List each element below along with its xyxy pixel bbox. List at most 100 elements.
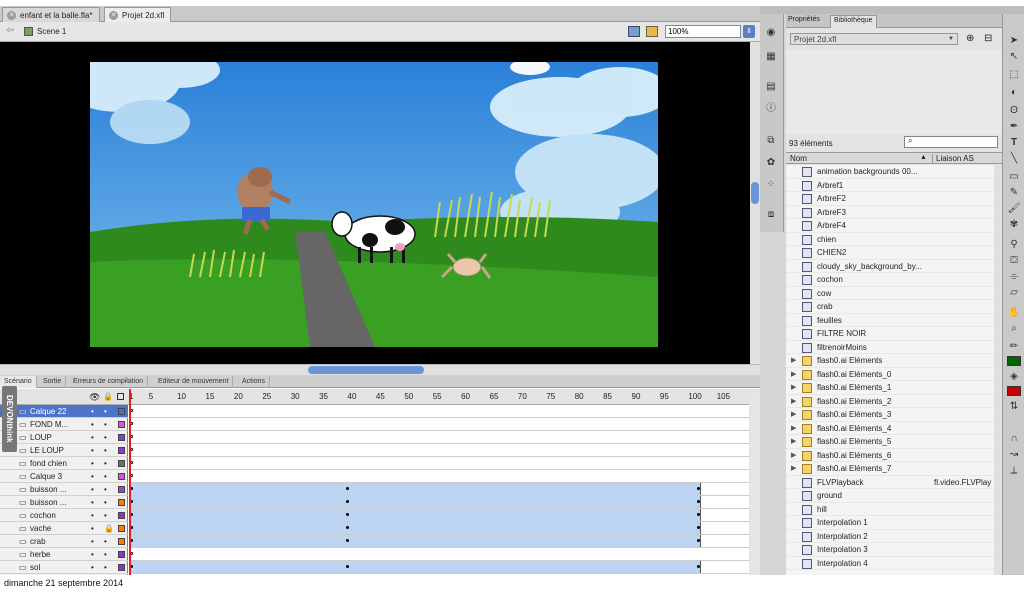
stage-canvas[interactable] [90,62,658,347]
layer-color-swatch[interactable] [118,564,125,571]
expand-arrow-icon[interactable]: ▶ [791,354,796,367]
library-item[interactable]: cloudy_sky_background_by... [786,259,994,273]
pen-tool-icon[interactable]: ✒ [1007,120,1021,134]
library-item[interactable]: animation backgrounds 00... [786,165,994,179]
info-icon[interactable]: ⓘ [764,102,778,116]
library-document-select[interactable]: Projet 2d.xfl ▼ [790,33,958,45]
layer-row[interactable]: ▭ herbe • • [0,548,128,561]
edit-scene-icon[interactable] [628,26,640,37]
frame-row[interactable] [129,418,749,431]
library-item[interactable]: Interpolation 2 [786,529,994,543]
layer-color-swatch[interactable] [118,499,125,506]
tab-editeur-mouvement[interactable]: Editeur de mouvement [154,376,234,388]
visibility-dot[interactable]: • [91,561,94,574]
pencil-tool-icon[interactable]: ✎ [1007,186,1021,200]
rectangle-tool-icon[interactable]: ▭ [1007,170,1021,184]
new-library-icon[interactable]: ⊟ [984,33,992,44]
layer-color-swatch[interactable] [118,551,125,558]
library-item[interactable]: CHIEN2 [786,246,994,260]
layer-row[interactable]: ▭ Calque 22 • • [0,405,128,418]
frame-ruler[interactable]: 1 5 10 15 20 25 30 35 40 45 50 55 60 65 70 75 80 85 90 95 10… [129,389,749,405]
pin-icon[interactable]: ⊕ [966,33,974,44]
expand-arrow-icon[interactable]: ▶ [791,422,796,435]
stage-vertical-scrollbar[interactable] [750,42,760,364]
library-item[interactable]: crab [786,300,994,314]
library-item[interactable]: feuilles [786,313,994,327]
keyframe[interactable] [697,487,700,490]
library-item[interactable]: Interpolation 4 [786,556,994,570]
layer-color-swatch[interactable] [118,460,125,467]
smooth-icon[interactable]: ↝ [1007,448,1021,462]
layer-row[interactable]: ▭ Calque 3 • • [0,470,128,483]
frame-row[interactable] [129,444,749,457]
lock-dot[interactable]: • [104,548,107,561]
keyframe[interactable] [697,500,700,503]
history-icon[interactable]: ⧈ [764,208,778,222]
align-icon[interactable]: ▤ [764,80,778,94]
library-item[interactable]: ▶ flash0.ai Eléments_2 [786,394,994,408]
frame-grid[interactable] [129,405,749,575]
frame-row[interactable] [129,548,749,561]
keyframe[interactable] [345,513,349,516]
keyframe[interactable] [697,526,700,529]
stroke-color-icon[interactable]: ✏ [1007,340,1021,354]
motion-presets-icon[interactable]: ⁘ [764,178,778,192]
visibility-dot[interactable]: • [91,535,94,548]
frame-row[interactable] [129,522,749,535]
library-item[interactable]: ▶ flash0.ai Eléments_5 [786,435,994,449]
library-item[interactable]: ▶ flash0.ai Eléments_4 [786,421,994,435]
frame-row[interactable] [129,496,749,509]
tab-projet[interactable]: ✕ Projet 2d.xfl [104,7,172,22]
scroll-thumb[interactable] [308,366,424,374]
keyframe[interactable] [697,513,700,516]
tab-actions[interactable]: Actions [238,376,270,388]
edit-symbol-icon[interactable] [646,26,658,37]
free-transform-icon[interactable]: ⬚ [1007,68,1021,82]
fill-color-icon[interactable]: ◈ [1007,370,1021,384]
tween-span[interactable] [129,496,701,508]
visibility-dot[interactable]: • [91,470,94,483]
lock-dot[interactable]: 🔒 [104,522,114,535]
subselection-tool-icon[interactable]: ↖ [1007,50,1021,64]
eraser-icon[interactable]: ▱ [1007,286,1021,300]
visibility-dot[interactable]: • [91,418,94,431]
library-item[interactable]: FILTRE NOIR [786,327,994,341]
frame-row[interactable] [129,405,749,418]
tab-bibliotheque[interactable]: Bibliothèque [830,15,877,28]
keyframe[interactable] [345,487,349,490]
layer-row[interactable]: ▭ buisson ... • • [0,483,128,496]
layer-color-swatch[interactable] [118,473,125,480]
eye-icon[interactable]: 👁 [89,392,100,403]
visibility-dot[interactable]: • [91,444,94,457]
lock-icon[interactable]: 🔒 [103,392,113,401]
layer-color-swatch[interactable] [118,447,125,454]
keyframe[interactable] [345,539,349,542]
library-search-input[interactable] [904,136,998,148]
library-item[interactable]: ground [786,489,994,503]
color-icon[interactable]: ◉ [764,26,778,40]
lock-dot[interactable]: • [104,509,107,522]
visibility-dot[interactable]: • [91,405,94,418]
layer-row[interactable]: ▭ fond chien • • [0,457,128,470]
expand-arrow-icon[interactable]: ▶ [791,408,796,421]
visibility-dot[interactable]: • [91,522,94,535]
hand-tool-icon[interactable]: ✋ [1007,306,1021,320]
selection-tool-icon[interactable]: ➤ [1007,34,1021,48]
tween-span[interactable] [129,522,701,534]
fill-color-swatch[interactable] [1007,386,1021,396]
zoom-dropdown-icon[interactable]: ⇕ [743,25,755,38]
deco-tool-icon[interactable]: ✾ [1007,218,1021,232]
transform-icon[interactable]: ⧉ [764,134,778,148]
lock-dot[interactable]: • [104,496,107,509]
library-item[interactable]: cow [786,286,994,300]
swatches-icon[interactable]: ▦ [764,50,778,64]
layer-row[interactable]: ▭ LOUP • • [0,431,128,444]
layer-row[interactable]: ▭ LE LOUP • • [0,444,128,457]
visibility-dot[interactable]: • [91,496,94,509]
expand-arrow-icon[interactable]: ▶ [791,395,796,408]
brush-tool-icon[interactable]: 🖌 [1007,202,1021,216]
keyframe[interactable] [345,500,349,503]
frame-row[interactable] [129,431,749,444]
library-item[interactable]: Interpolation 1 [786,516,994,530]
tween-span[interactable] [129,561,701,573]
